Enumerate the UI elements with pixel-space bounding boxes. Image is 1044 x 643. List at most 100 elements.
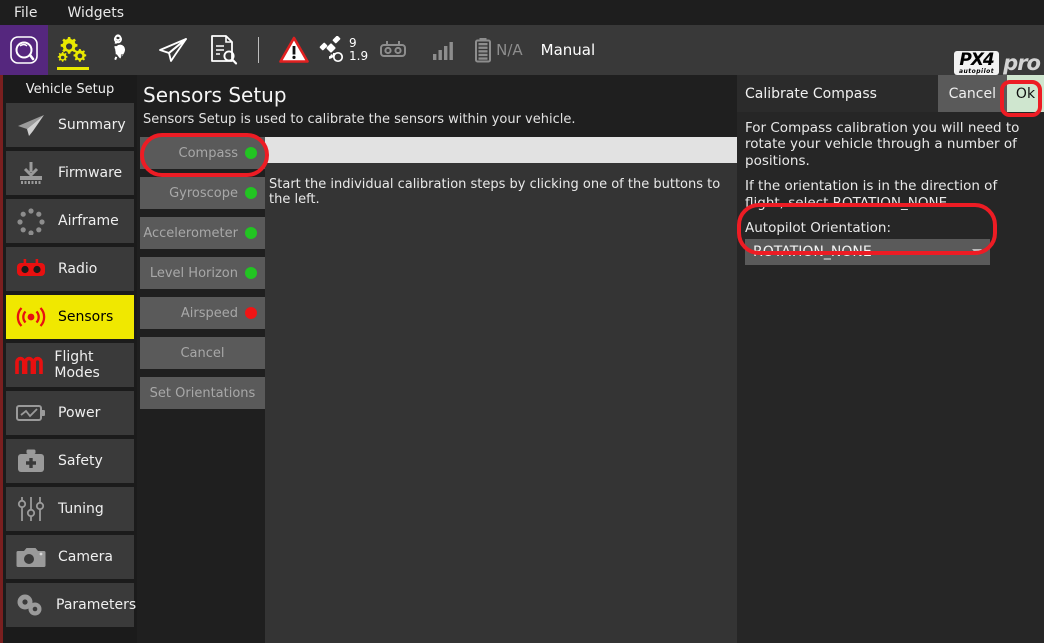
button-label: Compass — [179, 146, 238, 161]
px4-wordmark-main: PX4 — [959, 52, 994, 69]
button-label: Airspeed — [181, 306, 238, 321]
panel-header: Calibrate Compass Cancel Ok — [737, 75, 1044, 112]
page-title: Sensors Setup — [137, 75, 737, 107]
chevron-down-icon — [972, 249, 982, 255]
paper-plane-icon — [14, 110, 48, 140]
menu-bar: File Widgets — [0, 0, 1044, 25]
flight-mode-label[interactable]: Manual — [541, 41, 596, 59]
qgroundcontrol-window: File Widgets — [0, 0, 1044, 643]
sliders-icon — [14, 494, 48, 524]
status-dot — [245, 227, 257, 239]
autopilot-orientation-label: Autopilot Orientation: — [745, 220, 1036, 236]
flight-modes-icon — [14, 350, 44, 380]
sensors-setup-page: Sensors Setup Sensors Setup is used to c… — [137, 75, 737, 643]
vehicle-setup-sidebar: Vehicle Setup Summary — [0, 75, 137, 643]
sidebar-item-parameters[interactable]: Parameters — [6, 583, 134, 627]
panel-title: Calibrate Compass — [737, 86, 938, 102]
route-waypoints-icon: B — [107, 34, 139, 66]
calibrate-airspeed-button[interactable]: Airspeed — [140, 297, 265, 329]
cancel-calibration-button[interactable]: Cancel — [140, 337, 265, 369]
sidebar-item-tuning[interactable]: Tuning — [6, 487, 134, 531]
sidebar-item-sensors[interactable]: Sensors — [6, 295, 134, 339]
calibrate-compass-button[interactable]: Compass — [140, 137, 265, 169]
button-label: Gyroscope — [169, 186, 238, 201]
toolbar-status-area: 9 1.9 — [269, 25, 595, 75]
sidebar-item-label: Airframe — [58, 213, 119, 229]
main-toolbar: B — [0, 25, 1044, 75]
camera-icon — [14, 542, 48, 572]
sidebar-item-label: Radio — [58, 261, 97, 277]
autopilot-orientation-value: ROTATION_NONE — [753, 244, 872, 260]
sidebar-item-firmware[interactable]: Firmware — [6, 151, 134, 195]
sidebar-item-label: Summary — [58, 117, 126, 133]
button-label: Accelerometer — [143, 226, 238, 241]
toolbar-analyze-button[interactable] — [198, 25, 248, 75]
sidebar-title: Vehicle Setup — [3, 75, 137, 103]
panel-paragraph-1: For Compass calibration you will need to… — [745, 120, 1036, 169]
button-label: Set Orientations — [150, 386, 256, 401]
sidebar-item-label: Power — [58, 405, 100, 421]
calibrate-accelerometer-button[interactable]: Accelerometer — [140, 217, 265, 249]
button-label: Cancel — [180, 346, 224, 361]
page-subtitle: Sensors Setup is used to calibrate the s… — [137, 107, 737, 127]
px4-pro-logo: PX4 autopilot pro — [954, 51, 1040, 75]
gears-icon — [56, 35, 90, 65]
gps-status[interactable]: 9 1.9 — [319, 36, 368, 64]
battery-status[interactable]: N/A — [474, 37, 523, 63]
battery-power-icon — [14, 398, 48, 428]
firmware-download-icon — [14, 158, 48, 188]
sidebar-item-power[interactable]: Power — [6, 391, 134, 435]
status-dot — [245, 307, 257, 319]
calibration-hint-text: Start the individual calibration steps b… — [269, 177, 733, 207]
document-search-icon — [208, 34, 238, 66]
status-dot — [245, 187, 257, 199]
sidebar-item-airframe[interactable]: Airframe — [6, 199, 134, 243]
panel-ok-button[interactable]: Ok — [1007, 75, 1044, 112]
panel-body: For Compass calibration you will need to… — [737, 112, 1044, 265]
airframe-icon — [14, 206, 48, 236]
sidebar-item-safety[interactable]: Safety — [6, 439, 134, 483]
satellite-icon — [319, 36, 347, 64]
calibrate-gyroscope-button[interactable]: Gyroscope — [140, 177, 265, 209]
svg-text:B: B — [120, 53, 125, 61]
toolbar-plan-button[interactable]: B — [98, 25, 148, 75]
sidebar-item-summary[interactable]: Summary — [6, 103, 134, 147]
toolbar-vehicle-setup-button[interactable] — [48, 25, 98, 75]
sidebar-item-label: Tuning — [58, 501, 104, 517]
sidebar-item-camera[interactable]: Camera — [6, 535, 134, 579]
signal-bars-icon[interactable] — [418, 25, 468, 75]
battery-value: N/A — [496, 41, 523, 59]
status-dot — [245, 147, 257, 159]
sidebar-item-label: Flight Modes — [54, 349, 134, 381]
px4-pro-suffix: pro — [1003, 51, 1040, 75]
sidebar-item-label: Safety — [58, 453, 103, 469]
battery-icon — [474, 37, 492, 63]
calibration-button-column: Compass Gyroscope Accelerometer Level Ho… — [140, 137, 265, 417]
calibrate-compass-panel: Calibrate Compass Cancel Ok For Compass … — [737, 75, 1044, 643]
gps-hdop-value: 1.9 — [349, 50, 368, 63]
panel-cancel-button[interactable]: Cancel — [938, 75, 1007, 112]
sidebar-item-label: Camera — [58, 549, 113, 565]
rc-controller-icon[interactable] — [368, 25, 418, 75]
warning-triangle-icon[interactable] — [269, 25, 319, 75]
calibration-status-pane: Start the individual calibration steps b… — [265, 137, 737, 643]
qgc-logo-icon[interactable] — [0, 25, 48, 75]
paper-plane-icon — [156, 35, 190, 65]
sidebar-item-label: Firmware — [58, 165, 122, 181]
menu-item-file[interactable]: File — [8, 3, 43, 23]
toolbar-fly-button[interactable] — [148, 25, 198, 75]
calibration-progress-bar — [265, 137, 737, 163]
button-label: Level Horizon — [150, 266, 238, 281]
sidebar-item-flight-modes[interactable]: Flight Modes — [6, 343, 134, 387]
toolbar-divider — [258, 37, 259, 63]
menu-item-widgets[interactable]: Widgets — [61, 3, 130, 23]
sensors-icon — [14, 302, 48, 332]
gears-icon — [14, 590, 46, 620]
autopilot-orientation-select[interactable]: ROTATION_NONE — [745, 239, 990, 265]
sidebar-item-label: Sensors — [58, 309, 113, 325]
set-orientations-button[interactable]: Set Orientations — [140, 377, 265, 409]
sidebar-item-radio[interactable]: Radio — [6, 247, 134, 291]
radio-controller-icon — [14, 254, 48, 284]
sidebar-item-label: Parameters — [56, 597, 136, 613]
calibrate-level-horizon-button[interactable]: Level Horizon — [140, 257, 265, 289]
